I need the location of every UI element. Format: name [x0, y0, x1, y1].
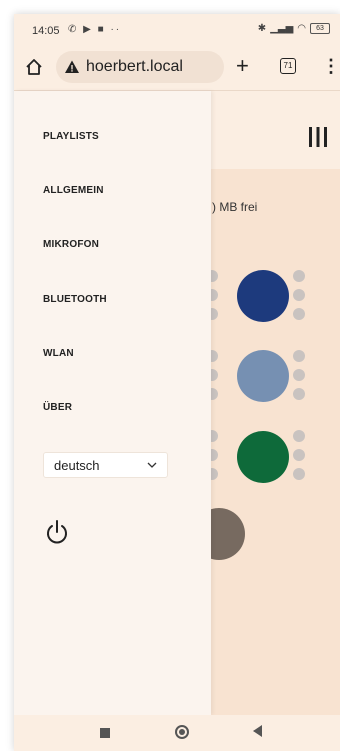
playlist-option-icon[interactable]: [293, 449, 305, 461]
drawer-item-wlan[interactable]: WLAN: [43, 348, 74, 359]
playlist-option-icon[interactable]: [293, 289, 305, 301]
home-circle-icon[interactable]: [175, 725, 189, 739]
bluetooth-icon[interactable]: [293, 388, 305, 400]
url-text: hoerbert.local: [86, 58, 183, 75]
signal-icon: ▁▃▅: [270, 23, 294, 34]
drawer-item-allgemein[interactable]: ALLGEMEIN: [43, 185, 104, 196]
drawer-item-ueber[interactable]: ÜBER: [43, 402, 72, 413]
storage-free-text: ) MB frei: [212, 200, 258, 214]
chevron-down-icon: [147, 462, 157, 468]
home-icon[interactable]: [24, 57, 44, 77]
browser-toolbar: hoerbert.local + 71 ⋮: [14, 44, 340, 91]
browser-menu-icon[interactable]: ⋮: [322, 56, 340, 76]
status-system-icons: ✱ ▁▃▅ ◠ 63: [258, 23, 330, 34]
playlist-button-dark-blue[interactable]: [237, 270, 289, 322]
status-notification-icons: ✆ ▶ ■ ··: [68, 24, 122, 35]
playlist-button-light-blue[interactable]: [237, 350, 289, 402]
drawer-item-mikrofon[interactable]: MIKROFON: [43, 239, 99, 250]
status-bar: 14:05 ✆ ▶ ■ ·· ✱ ▁▃▅ ◠ 63: [14, 14, 340, 44]
tab-switcher-icon[interactable]: 71: [280, 58, 296, 74]
system-nav-bar: [14, 715, 340, 751]
recents-icon[interactable]: [100, 728, 110, 738]
language-select-value: deutsch: [54, 457, 100, 473]
new-tab-icon[interactable]: +: [236, 54, 249, 78]
playlist-info-icon[interactable]: [293, 270, 305, 282]
drawer-item-playlists[interactable]: PLAYLISTS: [43, 131, 99, 142]
playlist-button-green[interactable]: [237, 431, 289, 483]
bluetooth-icon[interactable]: [293, 308, 305, 320]
playlist-option-icon[interactable]: [293, 369, 305, 381]
address-bar[interactable]: hoerbert.local: [56, 51, 224, 83]
wifi-icon: ◠: [297, 23, 306, 34]
hamburger-menu-icon[interactable]: [307, 125, 329, 149]
battery-icon: 63: [310, 23, 330, 34]
side-drawer: PLAYLISTS ALLGEMEIN MIKROFON BLUETOOTH W…: [14, 91, 211, 715]
playlist-info-icon[interactable]: [293, 350, 305, 362]
drawer-item-bluetooth[interactable]: BLUETOOTH: [43, 294, 107, 305]
bluetooth-icon[interactable]: [293, 468, 305, 480]
back-icon[interactable]: [253, 725, 262, 737]
status-time: 14:05: [32, 25, 60, 37]
phone-screen: 14:05 ✆ ▶ ■ ·· ✱ ▁▃▅ ◠ 63 hoerbert.local…: [14, 14, 340, 751]
power-icon[interactable]: [44, 519, 70, 547]
warning-icon[interactable]: [64, 59, 80, 75]
language-select[interactable]: deutsch: [43, 452, 168, 478]
playlist-info-icon[interactable]: [293, 430, 305, 442]
bluetooth-icon: ✱: [257, 23, 267, 34]
